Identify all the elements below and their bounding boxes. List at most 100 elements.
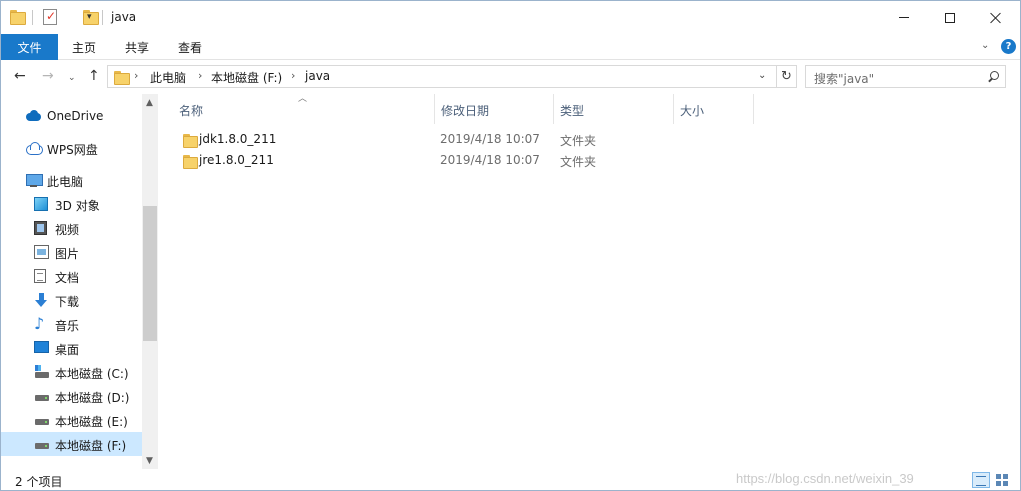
tab-file[interactable]: 文件: [1, 34, 58, 60]
tab-view[interactable]: 查看: [178, 39, 202, 56]
column-label: 修改日期: [441, 104, 490, 118]
nav-item-drive-d[interactable]: 本地磁盘 (D:): [1, 384, 142, 408]
customize-toolbar-icon[interactable]: ▾: [87, 11, 92, 23]
table-row[interactable]: jre1.8.0_211 2019/4/18 10:07 文件夹: [175, 150, 1020, 171]
status-bar: 2 个项目 https://blog.csdn.net/weixin_39: [1, 469, 1020, 490]
location-folder-icon: [114, 70, 130, 85]
nav-item-drive-e[interactable]: 本地磁盘 (E:): [1, 408, 142, 432]
search-icon[interactable]: [987, 71, 999, 83]
file-name: jre1.8.0_211: [199, 153, 274, 167]
tab-home[interactable]: 主页: [72, 39, 96, 56]
large-icons-view-icon[interactable]: [995, 472, 1011, 488]
refresh-button[interactable]: ↻: [777, 65, 797, 88]
nav-item-onedrive[interactable]: OneDrive: [1, 104, 142, 128]
close-icon: [990, 12, 1002, 24]
expand-ribbon-icon[interactable]: ⌄: [981, 40, 989, 51]
properties-icon[interactable]: ✓: [43, 9, 57, 25]
file-date: 2019/4/18 10:07: [440, 132, 540, 146]
navigation-pane: OneDrive WPS网盘 此电脑 3D 对象 视频 图片 文档 下载 ♪ 音…: [1, 94, 158, 469]
nav-item-this-pc[interactable]: 此电脑: [1, 168, 142, 192]
nav-item-pictures[interactable]: 图片: [1, 240, 142, 264]
item-count: 2 个项目: [15, 475, 63, 489]
maximize-icon: [945, 12, 955, 23]
nav-item-videos[interactable]: 视频: [1, 216, 142, 240]
navigation-scrollbar[interactable]: ▲ ▼: [142, 94, 158, 469]
file-list: ︿ 名称 修改日期 类型 大小 jdk1.8.0_211 2019/4/18 1…: [158, 94, 1020, 469]
breadcrumb-java[interactable]: java: [305, 69, 330, 83]
ribbon-tabs: 文件 主页 共享 查看 ⌄ ?: [1, 34, 1020, 60]
column-label: 类型: [560, 104, 585, 118]
system-drive-icon: [34, 365, 50, 379]
nav-item-label: OneDrive: [47, 109, 104, 123]
forward-arrow-icon[interactable]: →: [42, 68, 54, 84]
nav-item-label: 本地磁盘 (D:): [55, 391, 130, 405]
up-arrow-icon[interactable]: ↑: [88, 68, 100, 84]
nav-item-wps-cloud[interactable]: WPS网盘: [1, 136, 142, 160]
nav-item-3d-objects[interactable]: 3D 对象: [1, 192, 142, 216]
nav-item-label: 音乐: [55, 319, 80, 333]
title-bar: ✓ ▾ java: [1, 1, 1020, 34]
nav-item-label: 下载: [55, 295, 80, 309]
column-header-type[interactable]: 类型: [554, 94, 674, 124]
column-header-size[interactable]: 大小: [674, 94, 754, 124]
column-divider[interactable]: [753, 94, 754, 124]
column-label: 大小: [680, 104, 705, 118]
nav-item-music[interactable]: ♪ 音乐: [1, 312, 142, 336]
nav-item-drive-f[interactable]: 本地磁盘 (F:): [1, 432, 142, 456]
column-header-date[interactable]: 修改日期: [435, 94, 554, 124]
nav-item-label: 视频: [55, 223, 80, 237]
window-title: java: [111, 10, 137, 24]
title-divider: [102, 10, 103, 25]
chevron-right-icon[interactable]: ›: [198, 69, 202, 82]
column-header-name[interactable]: 名称: [173, 94, 435, 124]
search-placeholder: 搜索"java": [814, 72, 875, 86]
scrollbar-thumb[interactable]: [143, 206, 157, 341]
table-row[interactable]: jdk1.8.0_211 2019/4/18 10:07 文件夹: [175, 129, 1020, 150]
3d-objects-icon: [34, 197, 48, 211]
drive-icon: [34, 389, 50, 403]
chevron-down-icon[interactable]: ⌄: [758, 70, 766, 81]
folder-icon: [183, 133, 198, 148]
nav-item-label: 图片: [55, 247, 80, 261]
close-button[interactable]: [973, 1, 1019, 34]
nav-item-label: WPS网盘: [47, 143, 98, 157]
minimize-button[interactable]: [881, 1, 927, 34]
nav-item-label: 文档: [55, 271, 80, 285]
tab-share[interactable]: 共享: [125, 39, 149, 56]
document-icon: [34, 269, 46, 283]
address-bar[interactable]: › 此电脑 › 本地磁盘 (F:) › java ⌄: [107, 65, 777, 88]
column-label: 名称: [179, 104, 204, 118]
minimize-icon: [899, 17, 909, 18]
maximize-button[interactable]: [927, 1, 973, 34]
nav-item-label: 此电脑: [47, 175, 84, 189]
cloud-icon: [25, 109, 41, 123]
quick-access-divider: [32, 10, 33, 25]
nav-item-drive-c[interactable]: 本地磁盘 (C:): [1, 360, 142, 384]
scroll-up-icon[interactable]: ▲: [146, 98, 153, 108]
nav-item-desktop[interactable]: 桌面: [1, 336, 142, 360]
breadcrumb-this-pc[interactable]: 此电脑: [150, 69, 186, 86]
file-name: jdk1.8.0_211: [199, 132, 277, 146]
nav-item-downloads[interactable]: 下载: [1, 288, 142, 312]
drive-icon: [34, 413, 50, 427]
file-date: 2019/4/18 10:07: [440, 153, 540, 167]
file-type: 文件夹: [560, 134, 597, 148]
chevron-right-icon[interactable]: ›: [134, 69, 138, 82]
search-input[interactable]: 搜索"java": [805, 65, 1006, 88]
download-icon: [34, 293, 50, 307]
file-type: 文件夹: [560, 155, 597, 169]
chevron-right-icon[interactable]: ›: [291, 69, 295, 82]
back-arrow-icon[interactable]: ←: [14, 68, 26, 84]
help-button[interactable]: ?: [1001, 39, 1016, 54]
watermark: https://blog.csdn.net/weixin_39: [736, 471, 914, 486]
scroll-down-icon[interactable]: ▼: [146, 456, 153, 466]
nav-item-label: 3D 对象: [55, 199, 100, 213]
nav-item-label: 本地磁盘 (E:): [55, 415, 128, 429]
nav-item-documents[interactable]: 文档: [1, 264, 142, 288]
recent-locations-icon[interactable]: ⌄: [68, 70, 76, 86]
details-view-icon[interactable]: [972, 472, 990, 488]
breadcrumb-drive-f[interactable]: 本地磁盘 (F:): [211, 69, 282, 86]
picture-icon: [34, 245, 49, 259]
nav-item-label: 桌面: [55, 343, 80, 357]
folder-icon[interactable]: [10, 9, 26, 25]
